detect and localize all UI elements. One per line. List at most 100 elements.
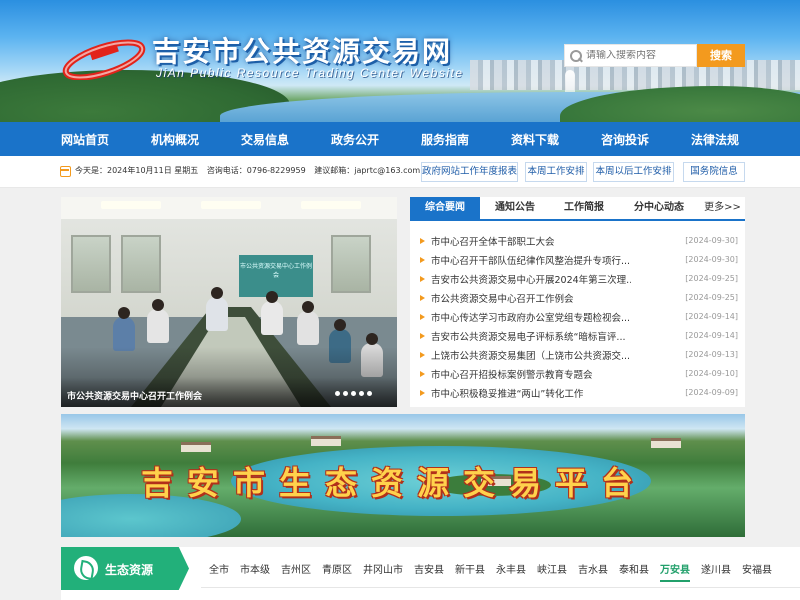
bullet-icon xyxy=(420,313,425,320)
news-item[interactable]: 市中心召开招投标案例警示教育专题会 [2024-09-10] xyxy=(420,364,738,383)
bullet-icon xyxy=(420,351,425,358)
news-item-title[interactable]: 市中心召开招投标案例警示教育专题会 xyxy=(431,367,631,381)
tab-notices[interactable]: 通知公告 xyxy=(480,197,550,219)
search-icon xyxy=(569,49,582,63)
eco-area-tab[interactable]: 井冈山市 xyxy=(363,557,403,582)
nav-item-downloads[interactable]: 资料下载 xyxy=(511,131,559,148)
news-item-title[interactable]: 上饶市公共资源交易集团（上饶市公共资源交... xyxy=(431,348,631,362)
slider-dot[interactable] xyxy=(359,391,364,396)
info-text: 今天是：2024年10月11日 星期五 咨询电话：0796-8229959 建议… xyxy=(75,165,426,176)
search-button[interactable]: 搜索 xyxy=(697,44,745,67)
photo-projection-screen: 市公共资源交易中心工作例会 xyxy=(239,255,313,297)
photo-ceiling-light xyxy=(301,201,361,209)
news-item-date: [2024-09-25] xyxy=(685,293,738,302)
news-item-title[interactable]: 吉安市公共资源交易电子评标系统“暗标盲评... xyxy=(431,329,631,343)
bullet-icon xyxy=(420,294,425,301)
bullet-icon xyxy=(420,256,425,263)
banner-title: 吉安市生态资源交易平台 xyxy=(141,464,648,502)
photo-person xyxy=(261,291,283,335)
news-item[interactable]: 市中心召开全体干部职工大会 [2024-09-30] xyxy=(420,231,738,250)
news-item-title[interactable]: 市公共资源交易中心召开工作例会 xyxy=(431,291,631,305)
eco-platform-banner[interactable]: 吉安市生态资源交易平台 xyxy=(61,414,745,537)
search-box[interactable] xyxy=(564,44,697,67)
site-title: 吉安市公共资源交易网 xyxy=(152,35,453,68)
tab-more-link[interactable]: 更多>> xyxy=(700,197,745,219)
quick-link-state-council[interactable]: 国务院信息 xyxy=(683,162,745,182)
eco-area-tab[interactable]: 泰和县 xyxy=(619,557,649,582)
bullet-icon xyxy=(420,389,425,396)
photo-ceiling-light xyxy=(101,201,161,209)
photo-person xyxy=(206,287,228,331)
site-logo-icon[interactable] xyxy=(60,36,148,80)
quick-link-week-schedule[interactable]: 本周工作安排 xyxy=(525,162,587,182)
photo-window xyxy=(331,235,371,293)
nav-item-laws[interactable]: 法律法规 xyxy=(691,131,739,148)
nav-item-gov-affairs[interactable]: 政务公开 xyxy=(331,131,379,148)
tab-general-news[interactable]: 综合要闻 xyxy=(410,197,480,219)
eco-area-tab[interactable]: 永丰县 xyxy=(496,557,526,582)
news-item-date: [2024-09-30] xyxy=(685,236,738,245)
news-item-title[interactable]: 市中心召开全体干部职工大会 xyxy=(431,234,631,248)
photo-window xyxy=(121,235,161,293)
news-item-date: [2024-09-30] xyxy=(685,255,738,264)
slider-dots xyxy=(335,391,372,396)
eco-area-tab-active[interactable]: 万安县 xyxy=(660,557,690,582)
banner-pavilion xyxy=(311,436,341,446)
eco-area-tab[interactable]: 峡江县 xyxy=(537,557,567,582)
slider-dot[interactable] xyxy=(367,391,372,396)
news-item[interactable]: 市中心召开干部队伍纪律作风整治提升专项行... [2024-09-30] xyxy=(420,250,738,269)
eco-area-tab[interactable]: 吉州区 xyxy=(281,557,311,582)
news-item-title[interactable]: 吉安市公共资源交易中心开展2024年第三次理... xyxy=(431,272,631,286)
eco-area-tab[interactable]: 吉水县 xyxy=(578,557,608,582)
main-nav: 网站首页 机构概况 交易信息 政务公开 服务指南 资料下载 咨询投诉 法律法规 xyxy=(0,122,800,156)
eco-resources-header[interactable]: 生态资源 xyxy=(61,547,189,590)
info-bar: 今天是：2024年10月11日 星期五 咨询电话：0796-8229959 建议… xyxy=(0,156,800,188)
eco-area-tab[interactable]: 吉安县 xyxy=(414,557,444,582)
nav-item-service-guide[interactable]: 服务指南 xyxy=(421,131,469,148)
news-photo-slider[interactable]: 市公共资源交易中心工作例会 市公共资源交易中心召开工作例会 xyxy=(61,197,397,407)
search-input[interactable] xyxy=(586,50,696,61)
tab-work-briefs[interactable]: 工作简报 xyxy=(550,197,618,219)
eco-area-tab[interactable]: 市本级 xyxy=(240,557,270,582)
news-item[interactable]: 市公共资源交易中心召开工作例会 [2024-09-25] xyxy=(420,288,738,307)
news-item-title[interactable]: 市中心传达学习市政府办公室党组专题检视会... xyxy=(431,310,631,324)
eco-area-tab[interactable]: 新干县 xyxy=(455,557,485,582)
news-item[interactable]: 吉安市公共资源交易中心开展2024年第三次理... [2024-09-25] xyxy=(420,269,738,288)
eco-area-tab[interactable]: 安福县 xyxy=(742,557,772,582)
photo-window xyxy=(71,235,111,293)
slider-caption[interactable]: 市公共资源交易中心召开工作例会 xyxy=(67,389,202,402)
bullet-icon xyxy=(420,332,425,339)
news-item[interactable]: 上饶市公共资源交易集团（上饶市公共资源交... [2024-09-13] xyxy=(420,345,738,364)
eco-divider xyxy=(201,587,800,588)
eco-area-tab[interactable]: 遂川县 xyxy=(701,557,731,582)
nav-item-complaints[interactable]: 咨询投诉 xyxy=(601,131,649,148)
news-item-title[interactable]: 市中心积极稳妥推进“两山”转化工作 xyxy=(431,386,631,400)
nav-item-home[interactable]: 网站首页 xyxy=(61,131,109,148)
slider-dot[interactable] xyxy=(335,391,340,396)
calendar-icon xyxy=(60,166,71,177)
site-header: 吉安市公共资源交易网 JiAn Public Resource Trading … xyxy=(0,0,800,122)
slider-dot[interactable] xyxy=(351,391,356,396)
news-item-title[interactable]: 市中心召开干部队伍纪律作风整治提升专项行... xyxy=(431,253,631,267)
site-subtitle: JiAn Public Resource Trading Center Webs… xyxy=(156,66,464,80)
quick-link-annual-report[interactable]: 政府网站工作年度报表 xyxy=(421,162,518,182)
eco-area-tab[interactable]: 全市 xyxy=(209,557,229,582)
nav-item-trading-info[interactable]: 交易信息 xyxy=(241,131,289,148)
bullet-icon xyxy=(420,237,425,244)
quick-link-next-week-schedule[interactable]: 本周以后工作安排 xyxy=(593,162,674,182)
slider-dot[interactable] xyxy=(343,391,348,396)
contact-email: 建议邮箱：japrtc@163.com xyxy=(314,166,421,175)
news-item[interactable]: 市中心传达学习市政府办公室党组专题检视会... [2024-09-14] xyxy=(420,307,738,326)
banner-pavilion xyxy=(181,442,211,452)
bullet-icon xyxy=(420,370,425,377)
nav-item-about[interactable]: 机构概况 xyxy=(151,131,199,148)
eco-area-tab[interactable]: 青原区 xyxy=(322,557,352,582)
news-item[interactable]: 吉安市公共资源交易电子评标系统“暗标盲评... [2024-09-14] xyxy=(420,326,738,345)
news-item-date: [2024-09-10] xyxy=(685,369,738,378)
tab-branch-news[interactable]: 分中心动态 xyxy=(618,197,700,219)
today-date: 今天是：2024年10月11日 星期五 xyxy=(75,166,199,175)
news-item-date: [2024-09-14] xyxy=(685,312,738,321)
news-item[interactable]: 市中心积极稳妥推进“两山”转化工作 [2024-09-09] xyxy=(420,383,738,402)
photo-ceiling-light xyxy=(201,201,261,209)
news-item-date: [2024-09-09] xyxy=(685,388,738,397)
